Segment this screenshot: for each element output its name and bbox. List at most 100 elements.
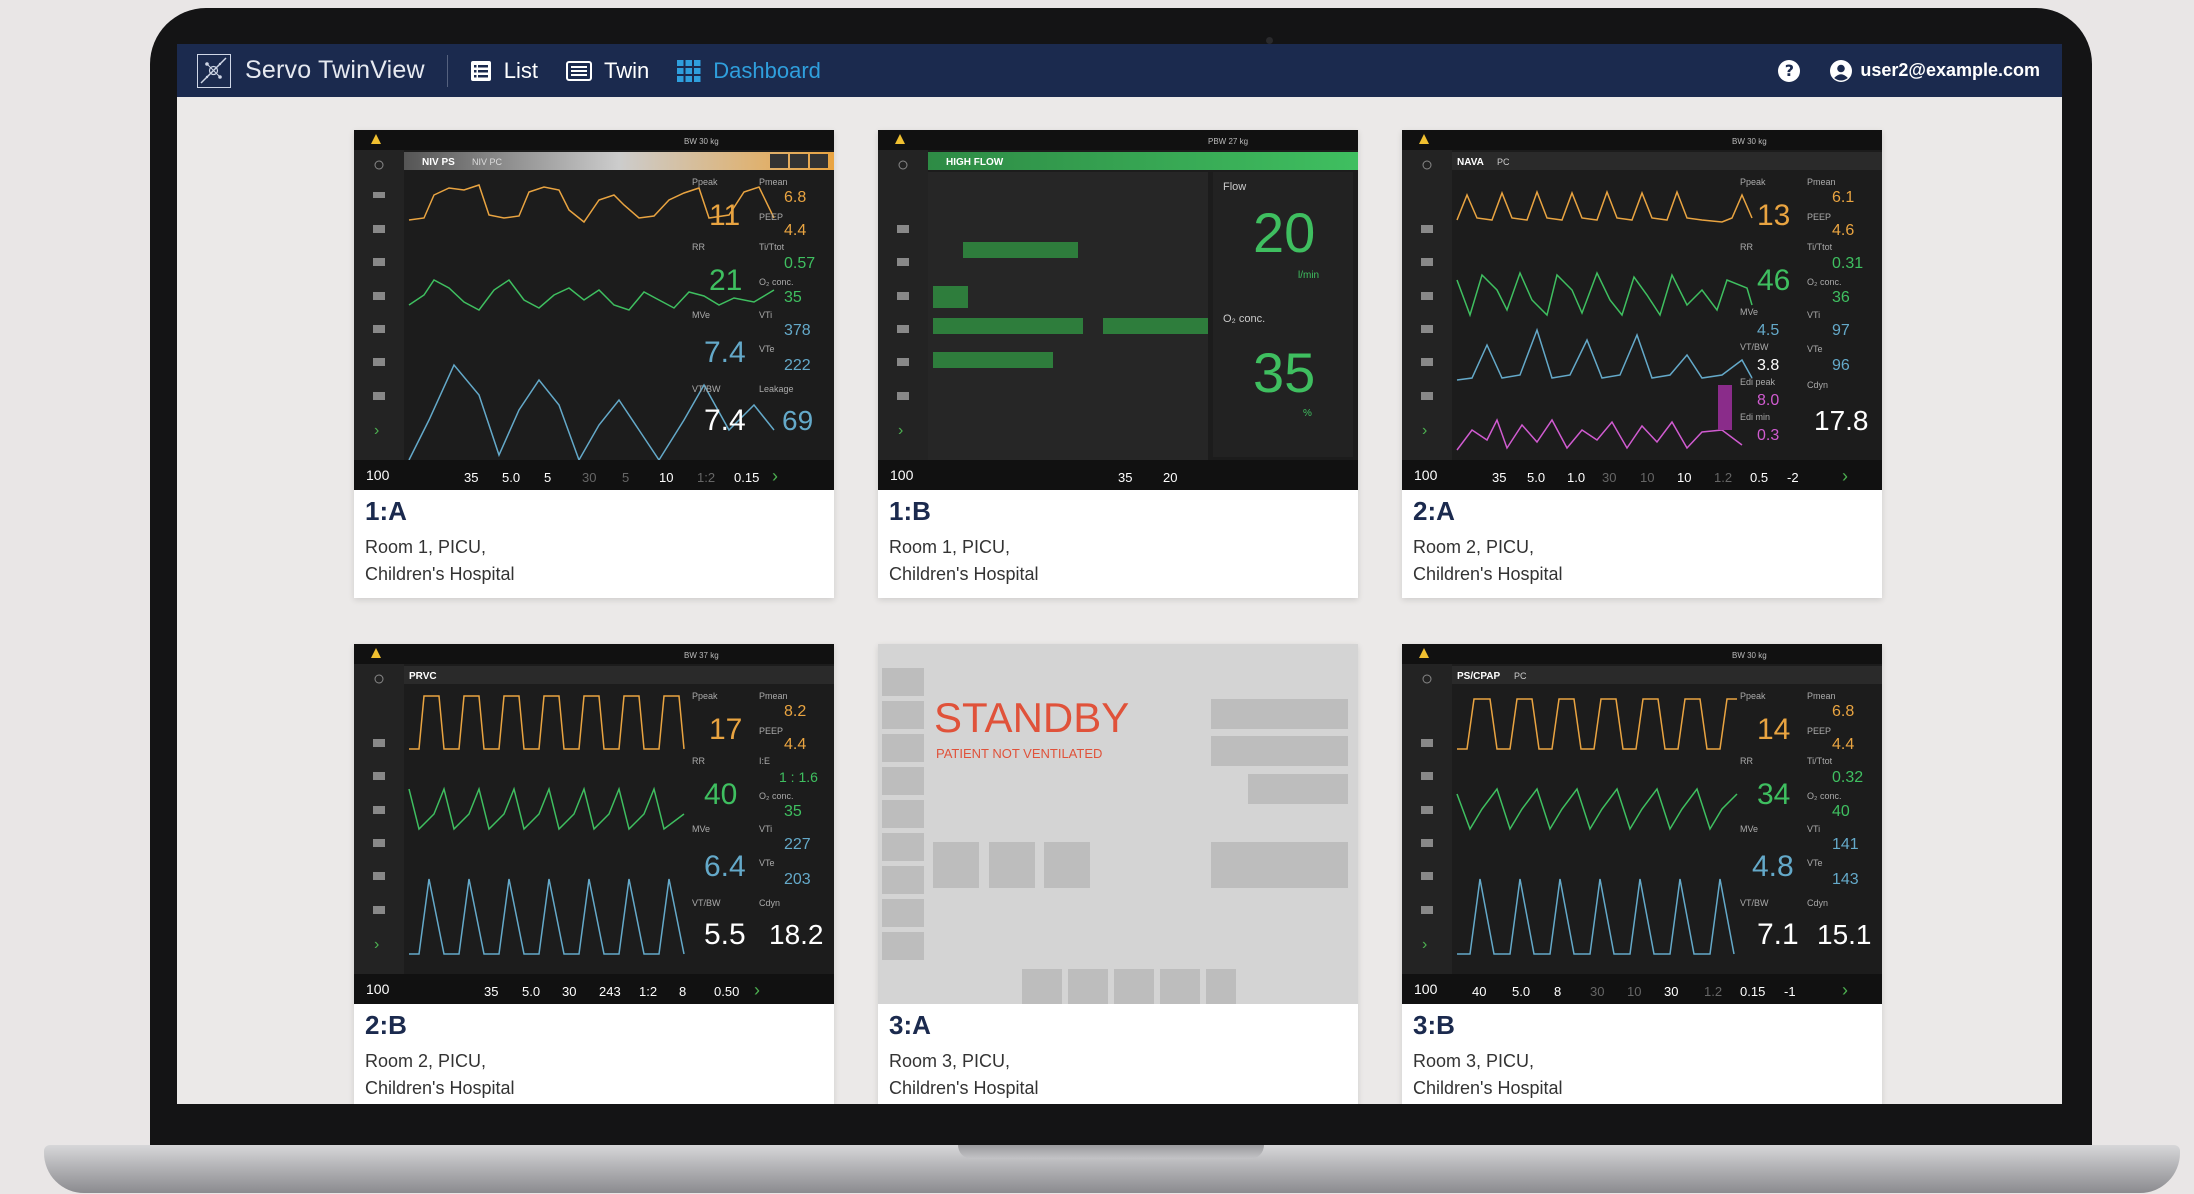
svg-text:30: 30 bbox=[562, 984, 576, 999]
svg-text:PC: PC bbox=[1497, 157, 1510, 167]
svg-text:100: 100 bbox=[366, 981, 390, 997]
svg-text:PEEP: PEEP bbox=[759, 212, 783, 222]
svg-text:100: 100 bbox=[890, 467, 914, 483]
svg-text:1 : 1.6: 1 : 1.6 bbox=[779, 769, 818, 785]
user-email: user2@example.com bbox=[1860, 60, 2040, 80]
nav-dashboard-label: Dashboard bbox=[713, 57, 821, 83]
svg-text:BW 30 kg: BW 30 kg bbox=[1732, 651, 1767, 660]
help-icon[interactable]: ? bbox=[1778, 59, 1801, 82]
svg-text:0.3: 0.3 bbox=[1757, 427, 1779, 444]
bed-card-2a[interactable]: BW 30 kg › NAVA PC Ppeak RR MVe VT/BW Edi pe… bbox=[1402, 130, 1882, 598]
svg-text:BW 37 kg: BW 37 kg bbox=[684, 651, 719, 660]
bed-id: 2:B bbox=[365, 1010, 407, 1040]
svg-text:4.4: 4.4 bbox=[784, 736, 806, 753]
svg-text:5.0: 5.0 bbox=[1512, 984, 1530, 999]
svg-text:35: 35 bbox=[464, 470, 478, 485]
nav-dashboard[interactable]: Dashboard bbox=[677, 58, 821, 84]
svg-text:VTi: VTi bbox=[759, 824, 772, 834]
servo-logo-icon bbox=[197, 53, 231, 88]
bed-card-1b[interactable]: PBW 27 kg › HIGH FLOW Flow 20 l/min O₂ c… bbox=[878, 130, 1358, 598]
svg-text:O₂ conc.: O₂ conc. bbox=[1807, 791, 1842, 801]
bed-id: 2:A bbox=[1413, 496, 1455, 526]
svg-text:1:2: 1:2 bbox=[639, 984, 657, 999]
svg-text:96: 96 bbox=[1832, 357, 1850, 374]
svg-text:5: 5 bbox=[622, 470, 629, 485]
svg-text:MVe: MVe bbox=[1740, 307, 1758, 317]
svg-text:5: 5 bbox=[544, 470, 551, 485]
bed-card-2b[interactable]: BW 37 kg › PRVC Ppeak RR MVe VT/BW Pmean PEE… bbox=[354, 644, 834, 1104]
svg-text:14: 14 bbox=[1757, 713, 1790, 746]
svg-text:Pmean: Pmean bbox=[759, 691, 788, 701]
svg-text:36: 36 bbox=[1832, 289, 1850, 306]
dashboard-grid-icon bbox=[677, 59, 701, 82]
svg-text:8.2: 8.2 bbox=[784, 703, 806, 720]
svg-text:l/min: l/min bbox=[1298, 270, 1319, 281]
bed-card-1a[interactable]: BW 30 kg › NIV PS NIV PC Ppeak RR MVe VT/BW… bbox=[354, 130, 834, 598]
svg-text:0.50: 0.50 bbox=[714, 984, 739, 999]
svg-text:10: 10 bbox=[1677, 470, 1691, 485]
svg-text:8: 8 bbox=[1554, 984, 1561, 999]
svg-text:10: 10 bbox=[1627, 984, 1641, 999]
svg-text:-1: -1 bbox=[1784, 984, 1796, 999]
svg-text:Leakage: Leakage bbox=[759, 384, 794, 394]
svg-text:PS/CPAP: PS/CPAP bbox=[1457, 671, 1500, 682]
ventilator-screen-thumbnail: BW 30 kg › NIV PS NIV PC Ppeak RR MVe VT/BW… bbox=[354, 130, 834, 490]
svg-text:15.1: 15.1 bbox=[1817, 919, 1872, 950]
svg-text:40: 40 bbox=[1832, 803, 1850, 820]
nav-twin[interactable]: Twin bbox=[566, 58, 649, 84]
bed-location: Room 3, PICU, Children's Hospital bbox=[1413, 1051, 1563, 1098]
svg-text:›: › bbox=[1422, 422, 1427, 439]
svg-text:7.4: 7.4 bbox=[704, 336, 746, 369]
svg-text:4.8: 4.8 bbox=[1752, 850, 1794, 883]
svg-text:143: 143 bbox=[1832, 871, 1859, 888]
list-icon bbox=[470, 60, 492, 82]
svg-text:Cdyn: Cdyn bbox=[759, 898, 780, 908]
svg-text:VT/BW: VT/BW bbox=[1740, 342, 1769, 352]
bed-id: 3:B bbox=[1413, 1010, 1455, 1040]
user-menu[interactable]: user2@example.com bbox=[1830, 59, 2040, 82]
brand[interactable]: Servo TwinView bbox=[197, 53, 425, 88]
bed-location: Room 1, PICU, Children's Hospital bbox=[365, 537, 515, 584]
svg-text:Cdyn: Cdyn bbox=[1807, 380, 1828, 390]
camera-icon bbox=[1266, 37, 1273, 44]
svg-text:O₂ conc.: O₂ conc. bbox=[1223, 313, 1265, 325]
svg-text:VTe: VTe bbox=[759, 344, 775, 354]
svg-text:PC: PC bbox=[1514, 671, 1527, 681]
svg-text:Ti/Ttot: Ti/Ttot bbox=[1807, 242, 1833, 252]
svg-text:VTi: VTi bbox=[1807, 310, 1820, 320]
svg-text:PEEP: PEEP bbox=[1807, 726, 1831, 736]
ventilator-screen-thumbnail: BW 30 kg › PS/CPAP PC Ppeak RR MVe VT/BW Pm… bbox=[1402, 644, 1882, 1004]
svg-text:35: 35 bbox=[484, 984, 498, 999]
svg-text:17: 17 bbox=[709, 713, 742, 746]
svg-text:RR: RR bbox=[1740, 756, 1753, 766]
svg-text:0.15: 0.15 bbox=[1740, 984, 1765, 999]
svg-text:30: 30 bbox=[582, 470, 596, 485]
svg-text:97: 97 bbox=[1832, 322, 1850, 339]
svg-text:6.8: 6.8 bbox=[784, 189, 806, 206]
svg-text:0.57: 0.57 bbox=[784, 255, 815, 272]
svg-text:5.0: 5.0 bbox=[502, 470, 520, 485]
svg-text:›: › bbox=[374, 936, 379, 953]
svg-text:20: 20 bbox=[1253, 201, 1315, 264]
svg-text:NIV PC: NIV PC bbox=[472, 157, 503, 167]
svg-text:30: 30 bbox=[1590, 984, 1604, 999]
svg-text:Ppeak: Ppeak bbox=[692, 177, 718, 187]
bed-card-3b[interactable]: BW 30 kg › PS/CPAP PC Ppeak RR MVe VT/BW Pm… bbox=[1402, 644, 1882, 1104]
topbar-right: ? user2@example.com bbox=[1778, 59, 2040, 82]
ventilator-screen-thumbnail: BW 30 kg › NAVA PC Ppeak RR MVe VT/BW Edi pe… bbox=[1402, 130, 1882, 490]
svg-text:O₂ conc.: O₂ conc. bbox=[759, 277, 794, 287]
svg-text:VT/BW: VT/BW bbox=[692, 384, 721, 394]
svg-text:VTi: VTi bbox=[759, 310, 772, 320]
svg-text:I:E: I:E bbox=[759, 756, 770, 766]
top-navigation-bar: Servo TwinView List Twin Dashboard ? use… bbox=[177, 44, 2062, 97]
bed-card-3a[interactable]: STANDBY PATIENT NOT VENTILATED 3:A Room … bbox=[878, 644, 1358, 1104]
nav-list[interactable]: List bbox=[470, 58, 538, 84]
svg-text:Ppeak: Ppeak bbox=[1740, 177, 1766, 187]
svg-text:Edi min: Edi min bbox=[1740, 412, 1770, 422]
app-title: Servo TwinView bbox=[245, 56, 425, 84]
svg-text:›: › bbox=[772, 466, 778, 486]
svg-text:35: 35 bbox=[784, 289, 802, 306]
svg-text:›: › bbox=[898, 422, 903, 439]
svg-text:NAVA: NAVA bbox=[1457, 157, 1484, 168]
svg-text:HIGH FLOW: HIGH FLOW bbox=[946, 157, 1004, 168]
